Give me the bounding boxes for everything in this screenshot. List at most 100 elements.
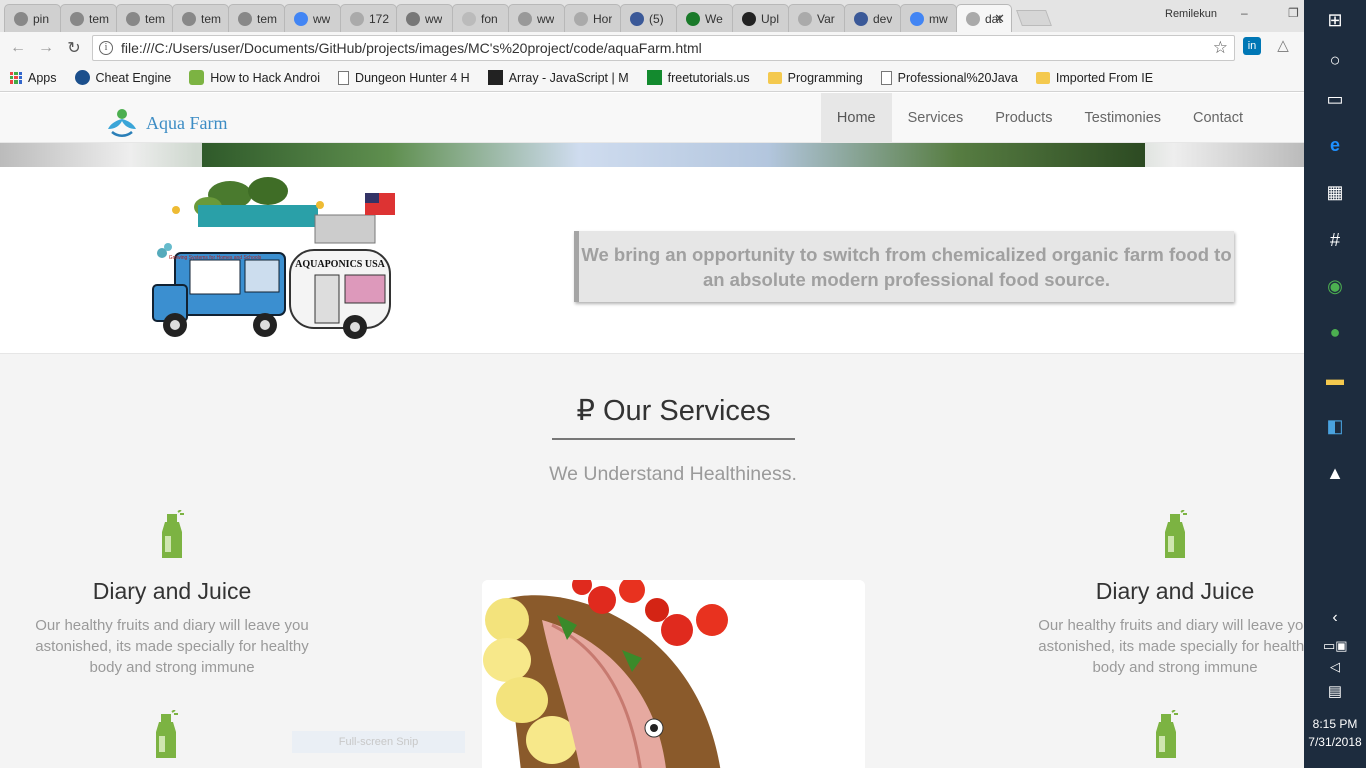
browser-tab[interactable]: fon (452, 4, 509, 32)
cortana-icon[interactable]: ○ (1323, 48, 1347, 72)
hero-image-strip (0, 143, 1304, 167)
brand-link[interactable]: Aqua Farm (104, 107, 227, 139)
tab-favicon-icon (966, 11, 980, 26)
tab-title: ww (537, 11, 555, 26)
back-arrow-icon[interactable]: ← (4, 39, 32, 57)
browser-tab[interactable]: (5) (620, 4, 677, 32)
browser-tab[interactable]: mw (900, 4, 957, 32)
browser-tab[interactable]: tem (60, 4, 117, 32)
tab-title: Hor (593, 11, 613, 26)
browser-tab[interactable]: We (676, 4, 733, 32)
browser-tab[interactable]: Hor (564, 4, 621, 32)
bookmark-item[interactable]: freetutorials.us (646, 70, 750, 85)
brand-name: Aqua Farm (146, 112, 228, 133)
nav-link-products[interactable]: Products (979, 93, 1068, 143)
services-subtitle: We Understand Healthiness. (549, 463, 797, 485)
store-icon[interactable]: ▦ (1323, 180, 1347, 204)
browser-tab[interactable]: ww (396, 4, 453, 32)
service-card-right: Diary and Juice Our healthy fruits and d… (1025, 510, 1304, 678)
url-text[interactable]: file:///C:/Users/user/Documents/GitHub/p… (121, 40, 702, 56)
bookmark-label: Cheat Engine (95, 70, 172, 85)
browser-tab[interactable]: Var (788, 4, 845, 32)
tab-title: dev (873, 11, 893, 26)
browser-tab[interactable]: tem (116, 4, 173, 32)
action-center-icon[interactable]: ▤ (1323, 680, 1347, 704)
tab-favicon-icon (70, 11, 84, 26)
browser-tab[interactable]: ww (284, 4, 341, 32)
tab-favicon-icon (182, 11, 196, 26)
windows-start-icon[interactable]: ⊞ (1323, 8, 1347, 32)
bookmark-item[interactable]: Imported From IE (1035, 70, 1153, 85)
browser-tab[interactable]: 172 (340, 4, 397, 32)
nav-link-testimonies[interactable]: Testimonies (1068, 93, 1177, 143)
new-tab-button[interactable] (1016, 10, 1052, 26)
browser-tab[interactable]: tem (228, 4, 285, 32)
mdn-icon (487, 70, 503, 85)
photos-icon[interactable]: ▲ (1323, 461, 1347, 485)
services-heading-icon: ₽ (576, 395, 595, 427)
cheat-engine-icon (74, 70, 90, 85)
website-viewport: Aqua Farm Home Services Products Testimonie… (0, 93, 1304, 768)
file-explorer-icon[interactable]: ▬ (1323, 367, 1347, 391)
service-card-left: Diary and Juice Our healthy fruits and d… (22, 510, 322, 678)
juice-bottle-icon (162, 510, 184, 558)
clock-time[interactable]: 8:15 PM (1304, 717, 1366, 731)
apps-shortcut[interactable]: Apps (10, 71, 57, 85)
service-title: Diary and Juice (92, 578, 252, 604)
tab-favicon-icon (462, 11, 476, 26)
slack-icon[interactable]: # (1323, 228, 1347, 252)
reload-icon[interactable]: ↻ (60, 38, 88, 58)
bookmark-item[interactable]: How to Hack Androi (189, 70, 320, 85)
drive-extension-icon[interactable]: △ (1274, 37, 1292, 55)
browser-tab[interactable]: Upl (732, 4, 789, 32)
chrome-icon[interactable]: ◉ (1323, 274, 1347, 298)
browser-tab[interactable]: tem (172, 4, 229, 32)
tab-favicon-icon (574, 11, 588, 26)
bookmark-label: Array - JavaScript | M (508, 70, 629, 85)
aquaponics-truck-image: AQUAPONICS USA Growing Systems for Homes… (152, 177, 395, 339)
chevron-left-icon[interactable]: ‹ (1323, 606, 1347, 630)
tab-title: pin (33, 11, 50, 26)
tab-favicon-icon (518, 11, 532, 26)
linkedin-extension-icon[interactable]: in (1243, 37, 1261, 55)
minimize-icon[interactable]: – (1241, 6, 1248, 20)
edge-browser-icon[interactable]: e (1323, 133, 1347, 157)
browser-tab[interactable]: dev (844, 4, 901, 32)
tab-favicon-icon (14, 11, 28, 26)
bookmark-item[interactable]: Dungeon Hunter 4 H (338, 70, 470, 85)
clock-date[interactable]: 7/31/2018 (1304, 735, 1366, 749)
tab-favicon-icon (238, 11, 252, 26)
nav-link-services[interactable]: Services (892, 93, 980, 143)
profile-name[interactable]: Remilekun (1165, 8, 1217, 20)
bookmark-item[interactable]: Cheat Engine (74, 70, 172, 85)
browser-tab[interactable]: pin (4, 4, 61, 32)
snip-tooltip: Full-screen Snip (292, 731, 465, 753)
nav-link-home[interactable]: Home (820, 93, 892, 143)
address-bar[interactable]: i file:///C:/Users/user/Documents/GitHub… (92, 35, 1235, 61)
browser-tab[interactable]: dat ✕ (956, 4, 1012, 32)
code-editor-icon[interactable]: ◧ (1323, 414, 1347, 438)
service-description: Our healthy fruits and diary will leave … (35, 617, 309, 676)
volume-icon[interactable]: ◁ (1323, 655, 1347, 679)
folder-icon (1035, 71, 1050, 84)
browser-toolbar: ← → ↻ i file:///C:/Users/user/Documents/… (0, 32, 1304, 64)
restore-icon[interactable]: ❐ (1288, 6, 1299, 20)
browser-tab[interactable]: ww (508, 4, 565, 32)
bookmark-item[interactable]: Programming (767, 70, 863, 85)
task-view-icon[interactable]: ▭ (1323, 87, 1347, 111)
hangouts-icon[interactable]: ● (1323, 320, 1347, 344)
nav-link-contact[interactable]: Contact (1177, 93, 1259, 143)
forward-arrow-icon[interactable]: → (32, 39, 60, 57)
bookmark-item[interactable]: Professional%20Java (880, 70, 1018, 85)
info-icon[interactable]: i (99, 41, 113, 55)
tab-close-icon[interactable]: ✕ (994, 11, 1005, 27)
bookmark-item[interactable]: Array - JavaScript | M (487, 70, 629, 85)
service-title: Diary and Juice (1095, 578, 1255, 604)
tab-title: (5) (649, 11, 664, 26)
windows-taskbar: ⊞ ○ ▭ e ▦ # ◉ ● ▬ ◧ ▲ ‹ ▭▣ ◁ ▤ 8:15 PM 7… (1304, 0, 1366, 768)
tab-favicon-icon (406, 11, 420, 26)
bookmark-star-icon[interactable]: ☆ (1213, 38, 1228, 58)
bookmark-label: How to Hack Androi (210, 70, 321, 85)
tab-list: pin tem tem tem tem ww 172 ww fon ww Hor (5) We Upl Va… (4, 4, 1012, 32)
tab-title: tem (145, 11, 166, 26)
